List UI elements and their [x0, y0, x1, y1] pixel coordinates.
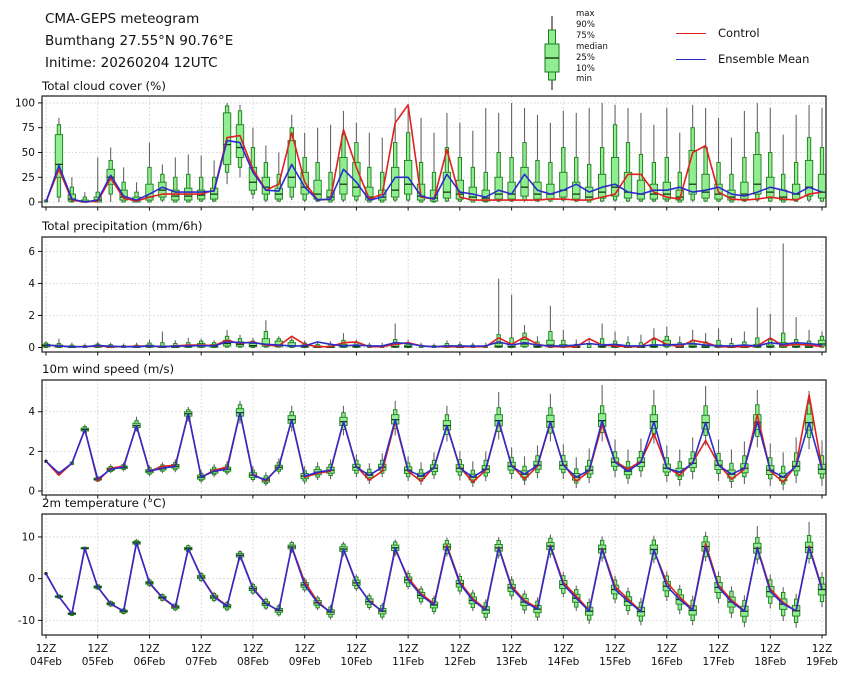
svg-text:2: 2 — [28, 446, 35, 458]
svg-text:4: 4 — [28, 278, 35, 290]
svg-text:16Feb: 16Feb — [651, 656, 683, 668]
svg-text:0: 0 — [28, 342, 35, 354]
svg-text:12Z: 12Z — [294, 643, 315, 655]
svg-text:15Feb: 15Feb — [599, 656, 631, 668]
svg-text:19Feb: 19Feb — [806, 656, 838, 668]
svg-text:04Feb: 04Feb — [30, 656, 62, 668]
svg-text:07Feb: 07Feb — [185, 656, 217, 668]
svg-text:12Z: 12Z — [87, 643, 108, 655]
svg-text:11Feb: 11Feb — [392, 656, 424, 668]
svg-text:12Z: 12Z — [450, 643, 471, 655]
svg-text:100: 100 — [15, 97, 35, 109]
svg-text:12Z: 12Z — [553, 643, 574, 655]
svg-text:6: 6 — [28, 246, 35, 258]
svg-text:12Z: 12Z — [605, 643, 626, 655]
svg-text:12Z: 12Z — [243, 643, 264, 655]
svg-text:75: 75 — [22, 122, 35, 134]
svg-text:09Feb: 09Feb — [289, 656, 321, 668]
svg-text:0: 0 — [28, 573, 35, 585]
svg-text:13Feb: 13Feb — [496, 656, 528, 668]
svg-text:0: 0 — [28, 486, 35, 498]
svg-text:10Feb: 10Feb — [340, 656, 372, 668]
meteogram-page: CMA-GEPS meteogram Bumthang 27.55°N 90.7… — [0, 0, 847, 681]
svg-text:50: 50 — [22, 147, 35, 159]
svg-text:05Feb: 05Feb — [82, 656, 114, 668]
svg-text:08Feb: 08Feb — [237, 656, 269, 668]
svg-text:12Z: 12Z — [501, 643, 522, 655]
svg-text:06Feb: 06Feb — [133, 656, 165, 668]
svg-text:12Z: 12Z — [139, 643, 160, 655]
svg-text:-10: -10 — [18, 615, 35, 627]
svg-text:12Z: 12Z — [398, 643, 419, 655]
svg-text:0: 0 — [28, 197, 35, 209]
svg-text:12Z: 12Z — [760, 643, 781, 655]
svg-text:12Feb: 12Feb — [444, 656, 476, 668]
svg-text:4: 4 — [28, 406, 35, 418]
svg-text:14Feb: 14Feb — [547, 656, 579, 668]
svg-text:10: 10 — [22, 531, 35, 543]
svg-text:12Z: 12Z — [708, 643, 729, 655]
svg-text:25: 25 — [22, 172, 35, 184]
svg-text:12Z: 12Z — [657, 643, 678, 655]
svg-text:12Z: 12Z — [812, 643, 833, 655]
svg-text:2: 2 — [28, 310, 35, 322]
svg-text:18Feb: 18Feb — [754, 656, 786, 668]
svg-text:12Z: 12Z — [191, 643, 212, 655]
svg-text:12Z: 12Z — [346, 643, 367, 655]
svg-text:17Feb: 17Feb — [703, 656, 735, 668]
meteogram-canvas: 02550751000246024-1001012Z04Feb12Z05Feb1… — [15, 95, 838, 668]
svg-text:12Z: 12Z — [36, 643, 57, 655]
